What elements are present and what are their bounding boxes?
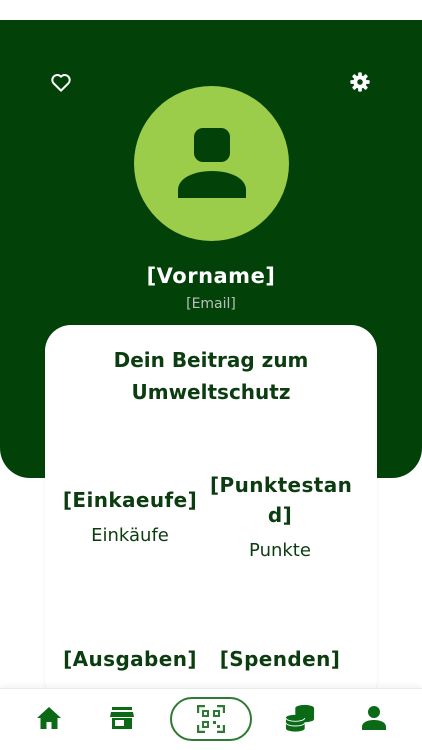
person-icon <box>177 127 246 198</box>
favorites-button[interactable] <box>45 66 77 98</box>
user-name: [Vorname] <box>146 264 276 288</box>
stat-punkte-label: Punkte <box>249 540 311 561</box>
heart-outline-icon <box>51 74 71 92</box>
card-title: Dein Beitrag zum Umweltschutz <box>0 344 422 408</box>
nav-profile[interactable] <box>359 703 389 733</box>
avatar[interactable] <box>134 86 289 241</box>
person-icon <box>362 706 386 730</box>
bottom-nav <box>0 688 422 750</box>
stat-spenden: [Spenden] <box>210 644 350 674</box>
stat-punkte-value-line2: d] <box>267 503 293 527</box>
stat-einkaeufe-value: [Einkaeufe] <box>62 488 198 512</box>
stat-punkte: [Punktestan d] Punkte <box>210 470 353 561</box>
store-icon <box>110 707 134 729</box>
card-title-line2: Umweltschutz <box>131 380 291 404</box>
stat-ausgaben: [Ausgaben] <box>60 644 200 674</box>
card-title-line1: Dein Beitrag zum <box>113 348 309 372</box>
stat-einkaeufe: [Einkaeufe] Einkäufe <box>60 485 200 546</box>
coins-icon <box>285 704 315 732</box>
home-icon <box>37 707 61 729</box>
gear-icon <box>350 72 370 92</box>
nav-scan-button[interactable] <box>170 697 252 741</box>
stat-punkte-value-line1: [Punktestan <box>210 473 353 497</box>
user-email: [Email] <box>186 296 236 312</box>
settings-button[interactable] <box>344 66 376 98</box>
qr-scan-icon <box>197 705 225 733</box>
stat-spenden-value: [Spenden] <box>219 647 341 671</box>
nav-home[interactable] <box>34 703 64 733</box>
status-bar <box>0 0 422 20</box>
nav-shop[interactable] <box>107 703 137 733</box>
stat-einkaeufe-label: Einkäufe <box>91 525 169 546</box>
stat-ausgaben-value: [Ausgaben] <box>63 647 197 671</box>
nav-coins[interactable] <box>285 703 315 733</box>
